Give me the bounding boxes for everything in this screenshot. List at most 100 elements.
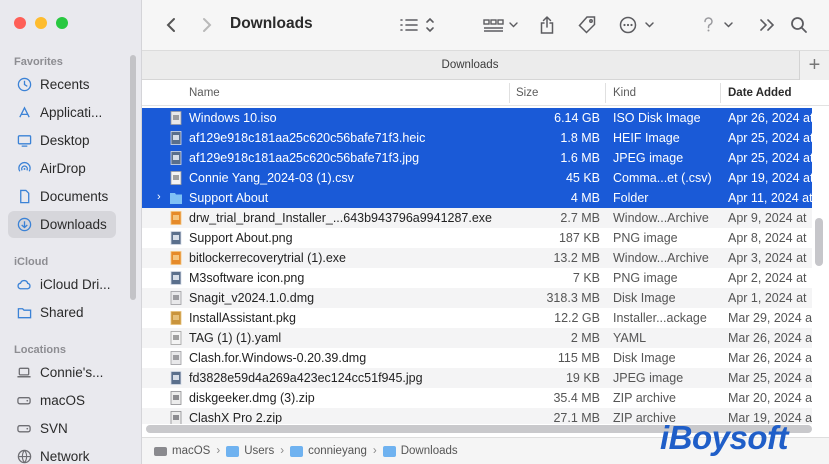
chevron-left-icon	[166, 18, 175, 32]
share-button[interactable]	[536, 12, 558, 38]
sidebar-item-applications[interactable]: Applicati...	[8, 99, 116, 126]
table-row[interactable]: TAG (1) (1).yaml 2 MB YAML Mar 26, 2024 at	[142, 328, 812, 348]
file-name: ClashX Pro 2.zip	[189, 411, 283, 424]
sidebar-item-shared[interactable]: Shared	[8, 299, 116, 326]
locations-heading: Locations	[14, 344, 66, 356]
column-divider[interactable]	[720, 83, 721, 103]
vertical-scrollbar[interactable]	[815, 218, 823, 266]
file-kind: JPEG image	[613, 151, 684, 165]
sidebar-item-icloud-drive[interactable]: iCloud Dri...	[8, 271, 116, 298]
table-row[interactable]: Connie Yang_2024-03 (1).csv 45 KB Comma...…	[142, 168, 812, 188]
file-date-added: Apr 2, 2024 at	[728, 271, 807, 285]
column-divider[interactable]	[605, 83, 606, 103]
sidebar-item-label: Desktop	[40, 133, 90, 148]
search-button[interactable]	[788, 12, 810, 38]
close-window-button[interactable]	[14, 17, 26, 29]
minimize-window-button[interactable]	[35, 17, 47, 29]
file-name: Connie Yang_2024-03 (1).csv	[189, 171, 354, 185]
folder-icon	[226, 445, 240, 457]
back-button[interactable]	[160, 12, 182, 38]
desktop-icon	[16, 133, 32, 149]
image-file-icon	[170, 231, 182, 245]
column-name-header[interactable]: Name	[189, 80, 220, 106]
sidebar-item-airdrop[interactable]: AirDrop	[8, 155, 116, 182]
sidebar-item-recents[interactable]: Recents	[8, 71, 116, 98]
sidebar: Favorites Recents Applicati... Desktop A…	[0, 0, 142, 464]
disclosure-triangle-icon[interactable]: ›	[157, 191, 161, 203]
watermark-logo: iBoysoft	[660, 419, 789, 456]
window-title: Downloads	[230, 15, 313, 32]
file-date-added: Mar 20, 2024 at	[728, 391, 812, 405]
column-date-added-header[interactable]: Date Added	[728, 80, 791, 106]
sidebar-item-this-mac[interactable]: Connie's...	[8, 359, 116, 386]
table-row[interactable]: bitlockerrecoverytrial (1).exe 13.2 MB Win…	[142, 248, 812, 268]
forward-button[interactable]	[196, 12, 218, 38]
file-kind: JPEG image	[613, 371, 684, 385]
sidebar-scrollbar[interactable]	[130, 55, 136, 300]
path-item-home[interactable]: connieyang	[290, 445, 367, 457]
tab-downloads[interactable]: Downloads	[142, 59, 798, 71]
table-row[interactable]: diskgeeker.dmg (3).zip 35.4 MB ZIP archive…	[142, 388, 812, 408]
table-row[interactable]: Snagit_v2024.1.0.dmg 318.3 MB Disk Image Ap…	[142, 288, 812, 308]
file-size: 4 MB	[570, 191, 600, 205]
column-kind-header[interactable]: Kind	[613, 80, 636, 106]
cloud-icon	[16, 277, 32, 293]
group-by-button[interactable]	[480, 12, 520, 38]
toolbar: Downloads	[142, 0, 829, 50]
text-file-icon	[170, 331, 182, 345]
sidebar-item-macos[interactable]: macOS	[8, 387, 116, 414]
file-date-added: Apr 9, 2024 at	[728, 211, 807, 225]
sidebar-item-svn[interactable]: SVN	[8, 415, 116, 442]
file-kind: Window...Archive	[613, 251, 709, 265]
file-date-added: Apr 1, 2024 at	[728, 291, 807, 305]
help-button[interactable]	[700, 12, 736, 38]
table-row[interactable]: Clash.for.Windows-0.20.39.dmg 115 MB Disk …	[142, 348, 812, 368]
package-icon	[170, 311, 182, 325]
file-kind: Comma...et (.csv)	[613, 171, 712, 185]
path-item-users[interactable]: Users	[226, 445, 274, 457]
path-item-downloads[interactable]: Downloads	[382, 445, 458, 457]
file-name: fd3828e59d4a269a423ec124cc51f945.jpg	[189, 371, 423, 385]
table-row[interactable]: Windows 10.iso 6.14 GB ISO Disk Image Apr 2…	[142, 108, 812, 128]
zoom-window-button[interactable]	[56, 17, 68, 29]
sidebar-item-label: Connie's...	[40, 365, 104, 380]
table-row[interactable]: › Support About 4 MB Folder Apr 11, 2024 at	[142, 188, 812, 208]
tags-button[interactable]	[575, 12, 599, 38]
table-row[interactable]: M3software icon.png 7 KB PNG image Apr 2, 2…	[142, 268, 812, 288]
file-kind: HEIF Image	[613, 131, 680, 145]
sidebar-item-documents[interactable]: Documents	[8, 183, 116, 210]
table-row[interactable]: af129e918c181aa25c620c56bafe71f3.heic 1.8…	[142, 128, 812, 148]
table-row[interactable]: drw_trial_brand_Installer_...643b943796a…	[142, 208, 812, 228]
new-tab-button[interactable]: +	[799, 51, 829, 80]
column-size-header[interactable]: Size	[516, 80, 538, 106]
file-list: Windows 10.iso 6.14 GB ISO Disk Image Apr 2…	[142, 108, 812, 424]
sidebar-item-desktop[interactable]: Desktop	[8, 127, 116, 154]
file-kind: YAML	[613, 331, 647, 345]
file-size: 1.8 MB	[560, 131, 600, 145]
expand-toolbar-button[interactable]	[756, 12, 778, 38]
file-date-added: Mar 26, 2024 at	[728, 331, 812, 345]
path-item-macos[interactable]: macOS	[154, 445, 210, 457]
table-row[interactable]: Support About.png 187 KB PNG image Apr 8, 2…	[142, 228, 812, 248]
sidebar-item-label: Shared	[40, 305, 84, 320]
file-kind: Disk Image	[613, 291, 676, 305]
table-row[interactable]: fd3828e59d4a269a423ec124cc51f945.jpg 19 K…	[142, 368, 812, 388]
file-kind: Installer...ackage	[613, 311, 707, 325]
applications-icon	[16, 105, 32, 121]
zip-file-icon	[170, 391, 182, 405]
window-controls	[14, 17, 68, 29]
more-actions-button[interactable]	[616, 12, 656, 38]
list-view-button[interactable]	[396, 12, 436, 38]
file-size: 6.14 GB	[554, 111, 600, 125]
folder-icon	[170, 193, 182, 204]
file-date-added: Apr 3, 2024 at	[728, 251, 807, 265]
file-kind: PNG image	[613, 231, 678, 245]
table-row[interactable]: af129e918c181aa25c620c56bafe71f3.jpg 1.6 …	[142, 148, 812, 168]
sidebar-item-downloads[interactable]: Downloads	[8, 211, 116, 238]
home-folder-icon	[290, 445, 304, 457]
path-item-label: Downloads	[400, 445, 458, 457]
file-size: 1.6 MB	[560, 151, 600, 165]
table-row[interactable]: InstallAssistant.pkg 12.2 GB Installer...a…	[142, 308, 812, 328]
sidebar-item-network[interactable]: Network	[8, 443, 116, 464]
column-divider[interactable]	[509, 83, 510, 103]
